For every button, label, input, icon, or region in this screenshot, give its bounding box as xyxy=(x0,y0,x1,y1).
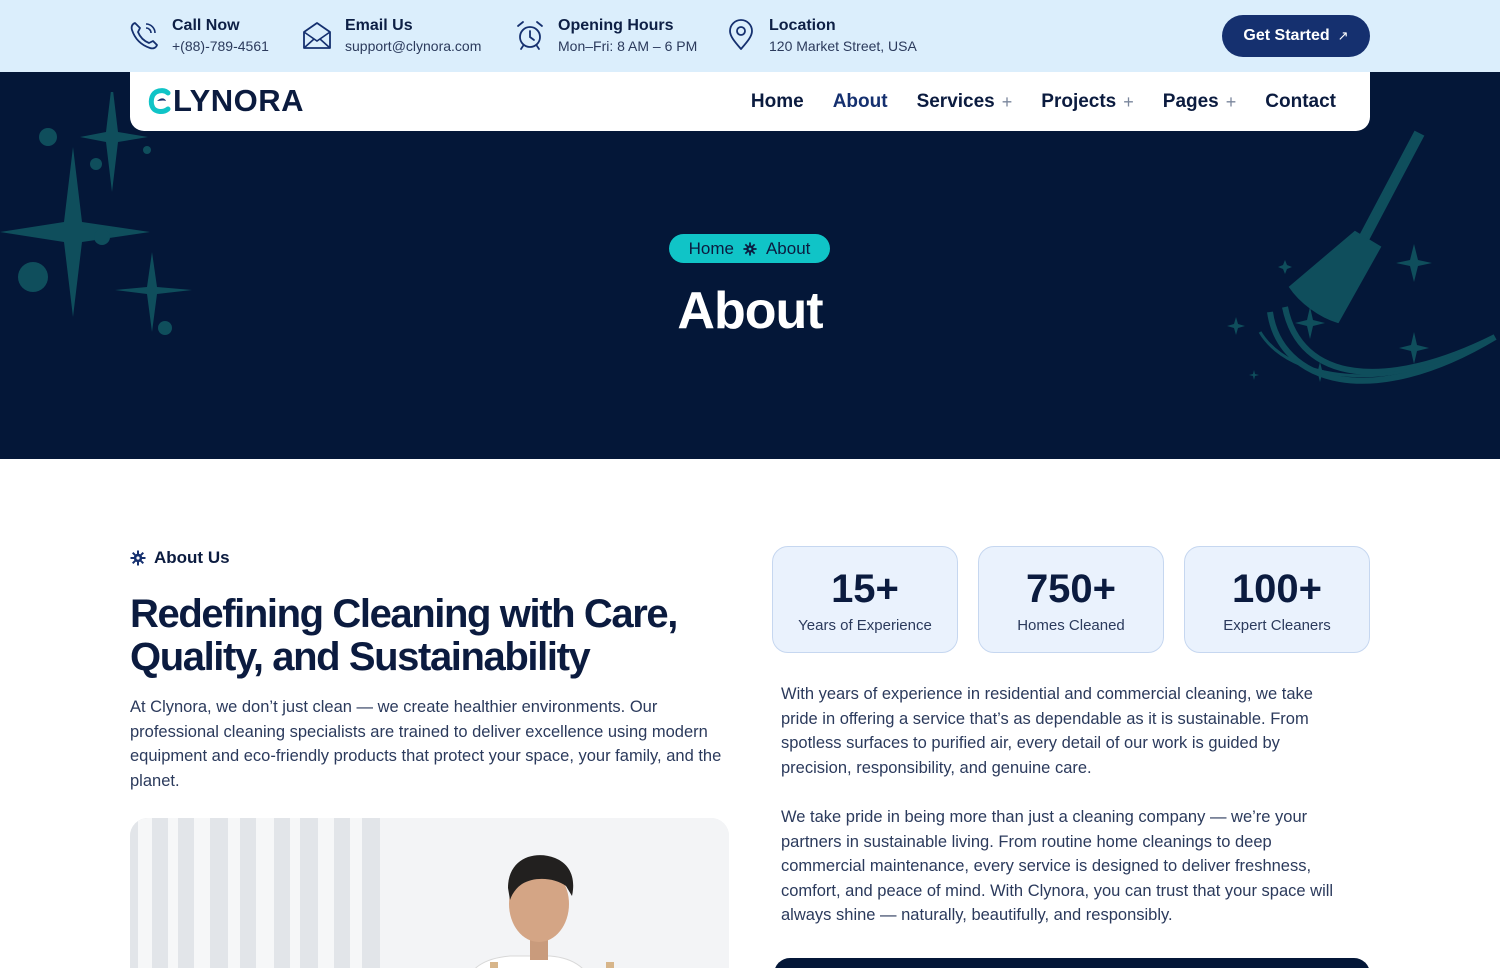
body-paragraph-1: With years of experience in residential … xyxy=(781,685,1313,777)
top-contact-bar: Call Now +(88)-789-4561 Email Us support… xyxy=(0,0,1500,72)
plus-icon: + xyxy=(1225,92,1237,112)
section-heading-line1: Redefining Cleaning with Care, xyxy=(130,592,678,636)
plus-icon: + xyxy=(1001,92,1013,112)
broom-decoration-icon xyxy=(1227,130,1497,384)
stat-card-homes: 750+ Homes Cleaned xyxy=(978,546,1164,653)
contact-location: Location 120 Market Street, USA xyxy=(725,16,917,56)
contact-location-title: Location xyxy=(769,17,836,34)
gear-icon xyxy=(743,241,757,256)
cleaner-photo-illustration xyxy=(130,818,729,968)
nav-item-home[interactable]: Home xyxy=(751,90,804,114)
contact-call[interactable]: Call Now +(88)-789-4561 xyxy=(128,16,269,56)
contact-call-title: Call Now xyxy=(172,17,240,34)
nav-item-label: Home xyxy=(750,91,804,112)
envelope-icon xyxy=(303,22,331,49)
page-title: About xyxy=(677,282,823,340)
get-started-button[interactable]: Get Started ↗ xyxy=(1222,15,1370,57)
stat-value: 15+ xyxy=(831,567,899,611)
contact-hours: Opening Hours Mon–Fri: 8 AM – 6 PM xyxy=(514,16,697,56)
nav-item-services[interactable]: Services + xyxy=(917,90,1013,114)
main-navbar: LYNORA Home About Services + Projects + Pa… xyxy=(130,72,1370,131)
contact-hours-title: Opening Hours xyxy=(558,17,674,34)
contact-email-value[interactable]: support@clynora.com xyxy=(345,36,481,56)
contact-email-title: Email Us xyxy=(345,17,413,34)
nav-item-label: Pages xyxy=(1162,91,1219,112)
primary-nav: Home About Services + Projects + Pages + Co… xyxy=(751,90,1336,114)
nav-item-pages[interactable]: Pages + xyxy=(1163,90,1237,114)
contact-call-value[interactable]: +(88)-789-4561 xyxy=(172,36,269,56)
get-started-label: Get Started xyxy=(1243,27,1330,44)
section-tagline-label: About Us xyxy=(154,548,230,567)
cleaner-photo xyxy=(130,818,729,968)
intro-paragraph: At Clynora, we don’t just clean — we cre… xyxy=(130,698,722,790)
stat-card-experience: 15+ Years of Experience xyxy=(772,546,958,653)
phone-icon xyxy=(130,22,158,50)
stat-label: Expert Cleaners xyxy=(1223,617,1331,634)
nav-item-label: Services xyxy=(916,91,995,112)
nav-item-label: About xyxy=(832,91,888,112)
nav-item-label: Contact xyxy=(1265,91,1336,112)
body-paragraph-2: We take pride in being more than just a … xyxy=(781,808,1334,925)
gear-icon xyxy=(130,550,146,566)
stat-label: Homes Cleaned xyxy=(1017,617,1125,634)
contact-email[interactable]: Email Us support@clynora.com xyxy=(301,16,481,56)
logo-mark-icon xyxy=(148,88,171,114)
breadcrumb: Home About xyxy=(669,234,830,263)
brand-name: LYNORA xyxy=(173,83,305,118)
nav-item-projects[interactable]: Projects + xyxy=(1041,90,1134,114)
nav-item-about[interactable]: About xyxy=(833,90,888,114)
nav-item-label: Projects xyxy=(1041,91,1117,112)
dark-panel-top xyxy=(774,958,1370,968)
arrow-up-right-icon: ↗ xyxy=(1337,28,1349,43)
contact-hours-value: Mon–Fri: 8 AM – 6 PM xyxy=(558,38,698,54)
stat-value: 750+ xyxy=(1025,567,1117,611)
nav-item-contact[interactable]: Contact xyxy=(1265,90,1336,114)
stat-label: Years of Experience xyxy=(798,617,932,634)
brand-logo[interactable]: LYNORA xyxy=(148,84,304,118)
breadcrumb-current: About xyxy=(765,238,811,258)
stat-value: 100+ xyxy=(1231,567,1323,611)
map-pin-icon xyxy=(729,19,753,50)
breadcrumb-home-link[interactable]: Home xyxy=(689,239,734,259)
plus-icon: + xyxy=(1123,92,1134,112)
section-heading-line2: Quality, and Sustainability xyxy=(130,635,591,679)
alarm-clock-icon xyxy=(517,21,543,50)
section-heading: Redefining Cleaning with Care, Quality, … xyxy=(130,593,730,679)
contact-location-value: 120 Market Street, USA xyxy=(769,38,917,54)
stat-card-cleaners: 100+ Expert Cleaners xyxy=(1184,546,1370,653)
section-tagline: About Us xyxy=(130,548,230,568)
